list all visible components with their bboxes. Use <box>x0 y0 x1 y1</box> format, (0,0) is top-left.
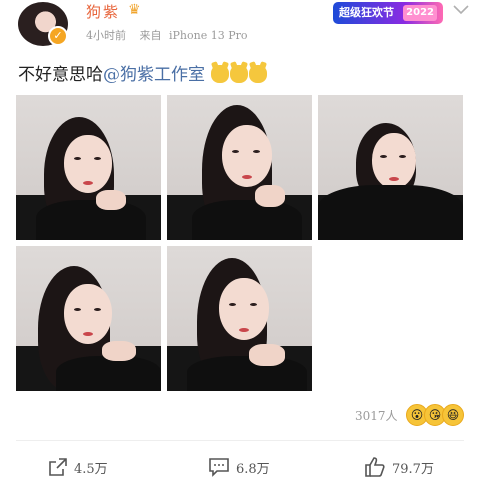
share-count: 4.5万 <box>74 461 108 477</box>
photo-4[interactable] <box>16 246 161 391</box>
photo-1[interactable] <box>16 95 161 240</box>
source-prefix: 来自 <box>139 29 162 42</box>
cat-face-icon <box>211 65 229 83</box>
post-text-body: 不好意思哈 <box>18 65 103 85</box>
cat-face-icon <box>249 65 267 83</box>
photo-2[interactable] <box>167 95 312 240</box>
promo-banner-label: 超级狂欢节 <box>339 6 394 19</box>
post-meta: 4小时前 来自 iPhone 13 Pro <box>86 27 258 43</box>
emoji-group <box>211 65 268 85</box>
user-name[interactable]: 狗紫 <box>86 1 120 22</box>
crown-icon: ♛ <box>128 2 141 18</box>
comment-icon <box>209 458 229 477</box>
post-text: 不好意思哈@狗紫工作室 <box>18 60 268 85</box>
source-device[interactable]: iPhone 13 Pro <box>169 29 248 42</box>
post-header: ✓ 狗紫 ♛ 4小时前 来自 iPhone 13 Pro 超级狂欢节 2022 <box>0 0 480 48</box>
like-button[interactable]: 79.7万 <box>364 456 434 478</box>
divider <box>16 440 464 441</box>
thumbs-up-icon <box>365 457 385 477</box>
share-button[interactable]: 4.5万 <box>48 456 108 478</box>
comment-button[interactable]: 6.8万 <box>208 456 270 478</box>
cat-face-icon <box>230 65 248 83</box>
like-count: 79.7万 <box>392 461 434 477</box>
chevron-down-icon[interactable] <box>452 2 470 16</box>
photo-5[interactable] <box>167 246 312 391</box>
share-icon <box>49 458 67 476</box>
mention-link[interactable]: @狗紫工作室 <box>103 65 205 85</box>
grinning-face-icon: 😆 <box>442 404 464 426</box>
comment-count: 6.8万 <box>236 461 270 477</box>
photo-3[interactable] <box>318 95 463 240</box>
post-time: 4小时前 <box>86 29 126 42</box>
verified-badge-icon: ✓ <box>48 26 68 46</box>
promo-banner[interactable]: 超级狂欢节 2022 <box>333 2 443 24</box>
reaction-count[interactable]: 3017人 <box>355 407 398 424</box>
promo-banner-tag: 2022 <box>403 5 437 21</box>
